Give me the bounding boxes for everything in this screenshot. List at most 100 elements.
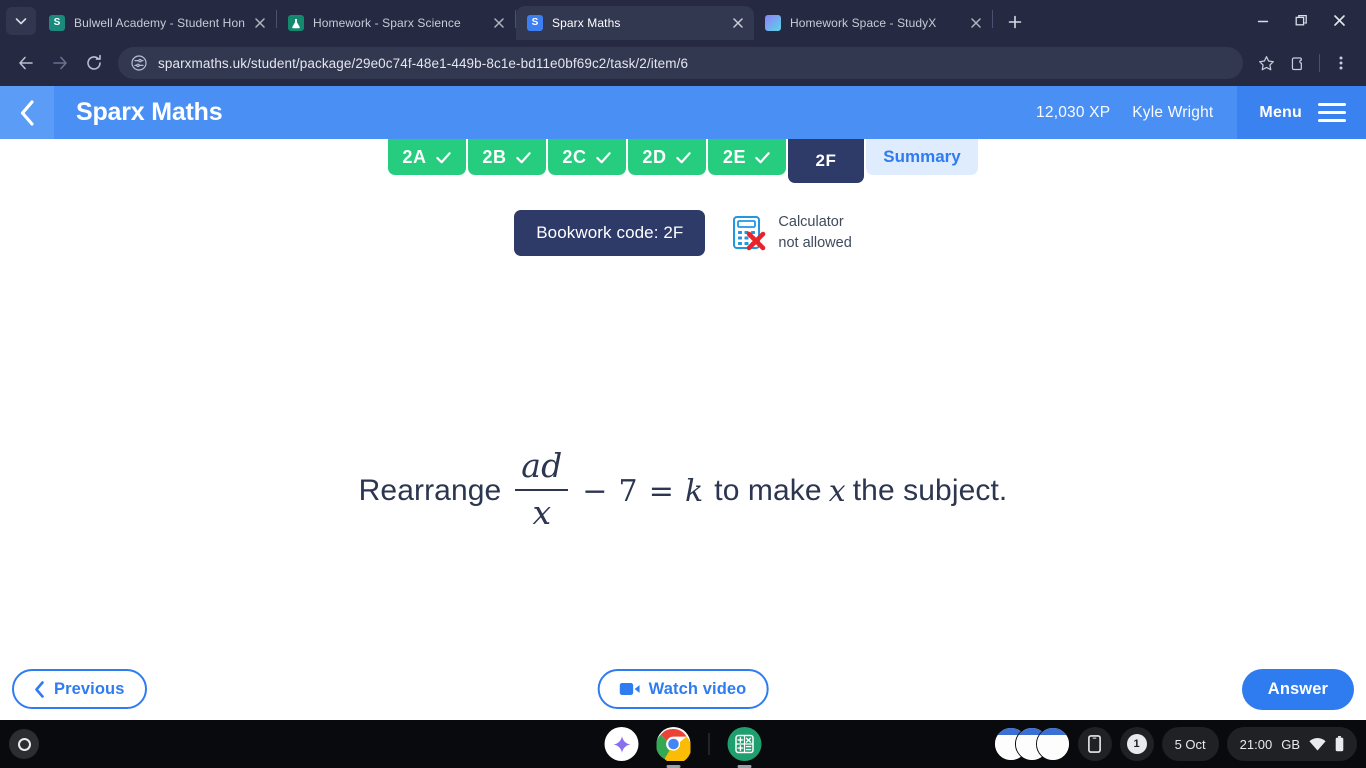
close-icon[interactable] [730,15,746,31]
browser-tab-4[interactable]: Homework Space - StudyX [754,6,992,40]
omnibox-divider [1319,54,1320,72]
address-bar[interactable]: sparxmaths.uk/student/package/29e0c74f-4… [118,47,1243,79]
task-tab-label: 2C [562,146,587,167]
notification-count: 1 [1126,734,1147,754]
calculator-text: Calculator not allowed [778,212,851,254]
fraction: ad x [515,445,569,533]
tab-title: Homework - Sparx Science [313,16,461,30]
gemini-icon[interactable] [604,727,639,761]
task-tab-label: Summary [883,147,961,166]
task-tab-2e[interactable]: 2E [708,139,786,175]
minus-operator: − [582,473,608,509]
browser-tab-2[interactable]: Homework - Sparx Science [277,6,515,40]
chevron-left-icon[interactable] [0,86,54,139]
notification-badge[interactable]: 1 [1119,727,1154,761]
tab-divider [992,10,993,28]
menu-button[interactable]: Menu [1237,86,1366,139]
chrome-icon[interactable] [656,727,692,768]
battery-icon [1335,736,1344,752]
tab-title: Homework Space - StudyX [790,16,937,30]
check-icon [755,151,770,163]
close-icon[interactable] [252,15,268,31]
watch-video-label: Watch video [648,679,747,698]
watch-video-button[interactable]: Watch video [597,669,769,709]
omnibox-actions [1251,48,1356,78]
shelf-divider [708,733,710,755]
tab-strip: S Bulwell Academy - Student Hon Homework… [0,0,1366,40]
restore-icon[interactable] [1282,4,1320,36]
new-tab-button[interactable] [1001,8,1029,36]
check-icon [675,151,691,163]
answer-button[interactable]: Answer [1241,668,1354,710]
star-icon[interactable] [1251,48,1281,78]
task-tab-2c[interactable]: 2C [548,139,626,175]
fraction-denominator: x [532,493,552,533]
launcher-icon[interactable] [9,729,39,759]
date-tray[interactable]: 5 Oct [1161,727,1219,761]
sparx-icon: S [527,15,543,31]
fraction-bar [515,488,569,492]
operand-seven: 7 [618,473,638,509]
studyx-icon [765,15,781,31]
variable-k: k [684,473,704,509]
close-icon[interactable] [1320,4,1358,36]
fraction-numerator: ad [521,445,563,485]
chevron-left-icon [35,680,44,698]
task-tab-label: 2E [722,146,747,167]
extensions-icon[interactable] [1283,48,1313,78]
kebab-menu-icon[interactable] [1326,48,1356,78]
task-tab-2f-active[interactable]: 2F [788,139,864,183]
header-right: 12,030 XP Kyle Wright Menu [1036,86,1366,139]
site-settings-icon[interactable] [130,54,148,72]
calculator-line-2: not allowed [778,235,852,251]
system-tray: 1 5 Oct 21:00 GB [993,727,1366,761]
tab-search-button[interactable] [6,7,36,35]
page-content: Sparx Maths 12,030 XP Kyle Wright Menu 2… [0,86,1366,720]
bookwork-code-badge: Bookwork code: 2F [514,210,706,256]
check-icon [595,151,611,163]
sparx-header: Sparx Maths 12,030 XP Kyle Wright Menu [0,86,1366,139]
previous-button[interactable]: Previous [12,669,147,709]
back-arrow-icon[interactable] [10,47,42,79]
question-tail-text: the subject. [852,474,1008,507]
task-tab-label: 2D [642,146,667,167]
answer-label: Answer [1267,679,1328,698]
task-tab-label: 2B [482,146,507,167]
close-icon[interactable] [491,15,507,31]
close-icon[interactable] [968,15,984,31]
browser-tab-1[interactable]: S Bulwell Academy - Student Hon [38,6,276,40]
question-lead: Rearrange [358,474,502,507]
bookwork-row: Bookwork code: 2F Calculator not allowed [0,210,1366,256]
minimize-icon[interactable] [1244,4,1282,36]
phone-hub-icon[interactable] [1077,727,1112,761]
check-icon [515,151,531,163]
status-tray[interactable]: 21:00 GB [1226,727,1357,761]
url-text: sparxmaths.uk/student/package/29e0c74f-4… [158,55,689,71]
omnibox-row: sparxmaths.uk/student/package/29e0c74f-4… [0,40,1366,86]
tab-title: Bulwell Academy - Student Hon [74,16,245,30]
calculator-notice: Calculator not allowed [732,212,852,254]
hamburger-icon [1318,102,1346,123]
task-tab-summary[interactable]: Summary [866,139,978,175]
browser-tab-3-active[interactable]: S Sparx Maths [516,6,754,40]
calculator-line-1: Calculator [778,213,844,230]
window-previews-icon[interactable] [993,727,1070,761]
window-controls [1244,0,1366,40]
xp-counter: 12,030 XP [1036,103,1111,121]
equals-sign: = [648,473,674,509]
task-tab-2b[interactable]: 2B [468,139,546,175]
sparx-calculator-icon[interactable] [727,727,762,768]
chromeos-shelf: 1 5 Oct 21:00 GB [0,720,1366,768]
task-tab-label: 2A [402,146,427,167]
reload-icon[interactable] [78,47,110,79]
variable-x-subject: x [828,473,846,509]
task-tab-2a[interactable]: 2A [388,139,466,175]
question-area: Rearrange ad x − 7 = k to make x the sub… [0,336,1366,646]
video-camera-icon [619,683,640,695]
question-footer: Previous Watch video Answer [0,658,1366,720]
calculator-not-allowed-icon [733,216,766,251]
task-tab-2d[interactable]: 2D [628,139,706,175]
shelf-locale: GB [1281,736,1300,752]
task-tabs: 2A 2B 2C 2D 2E 2F Summary [0,139,1366,187]
forward-arrow-icon[interactable] [44,47,76,79]
